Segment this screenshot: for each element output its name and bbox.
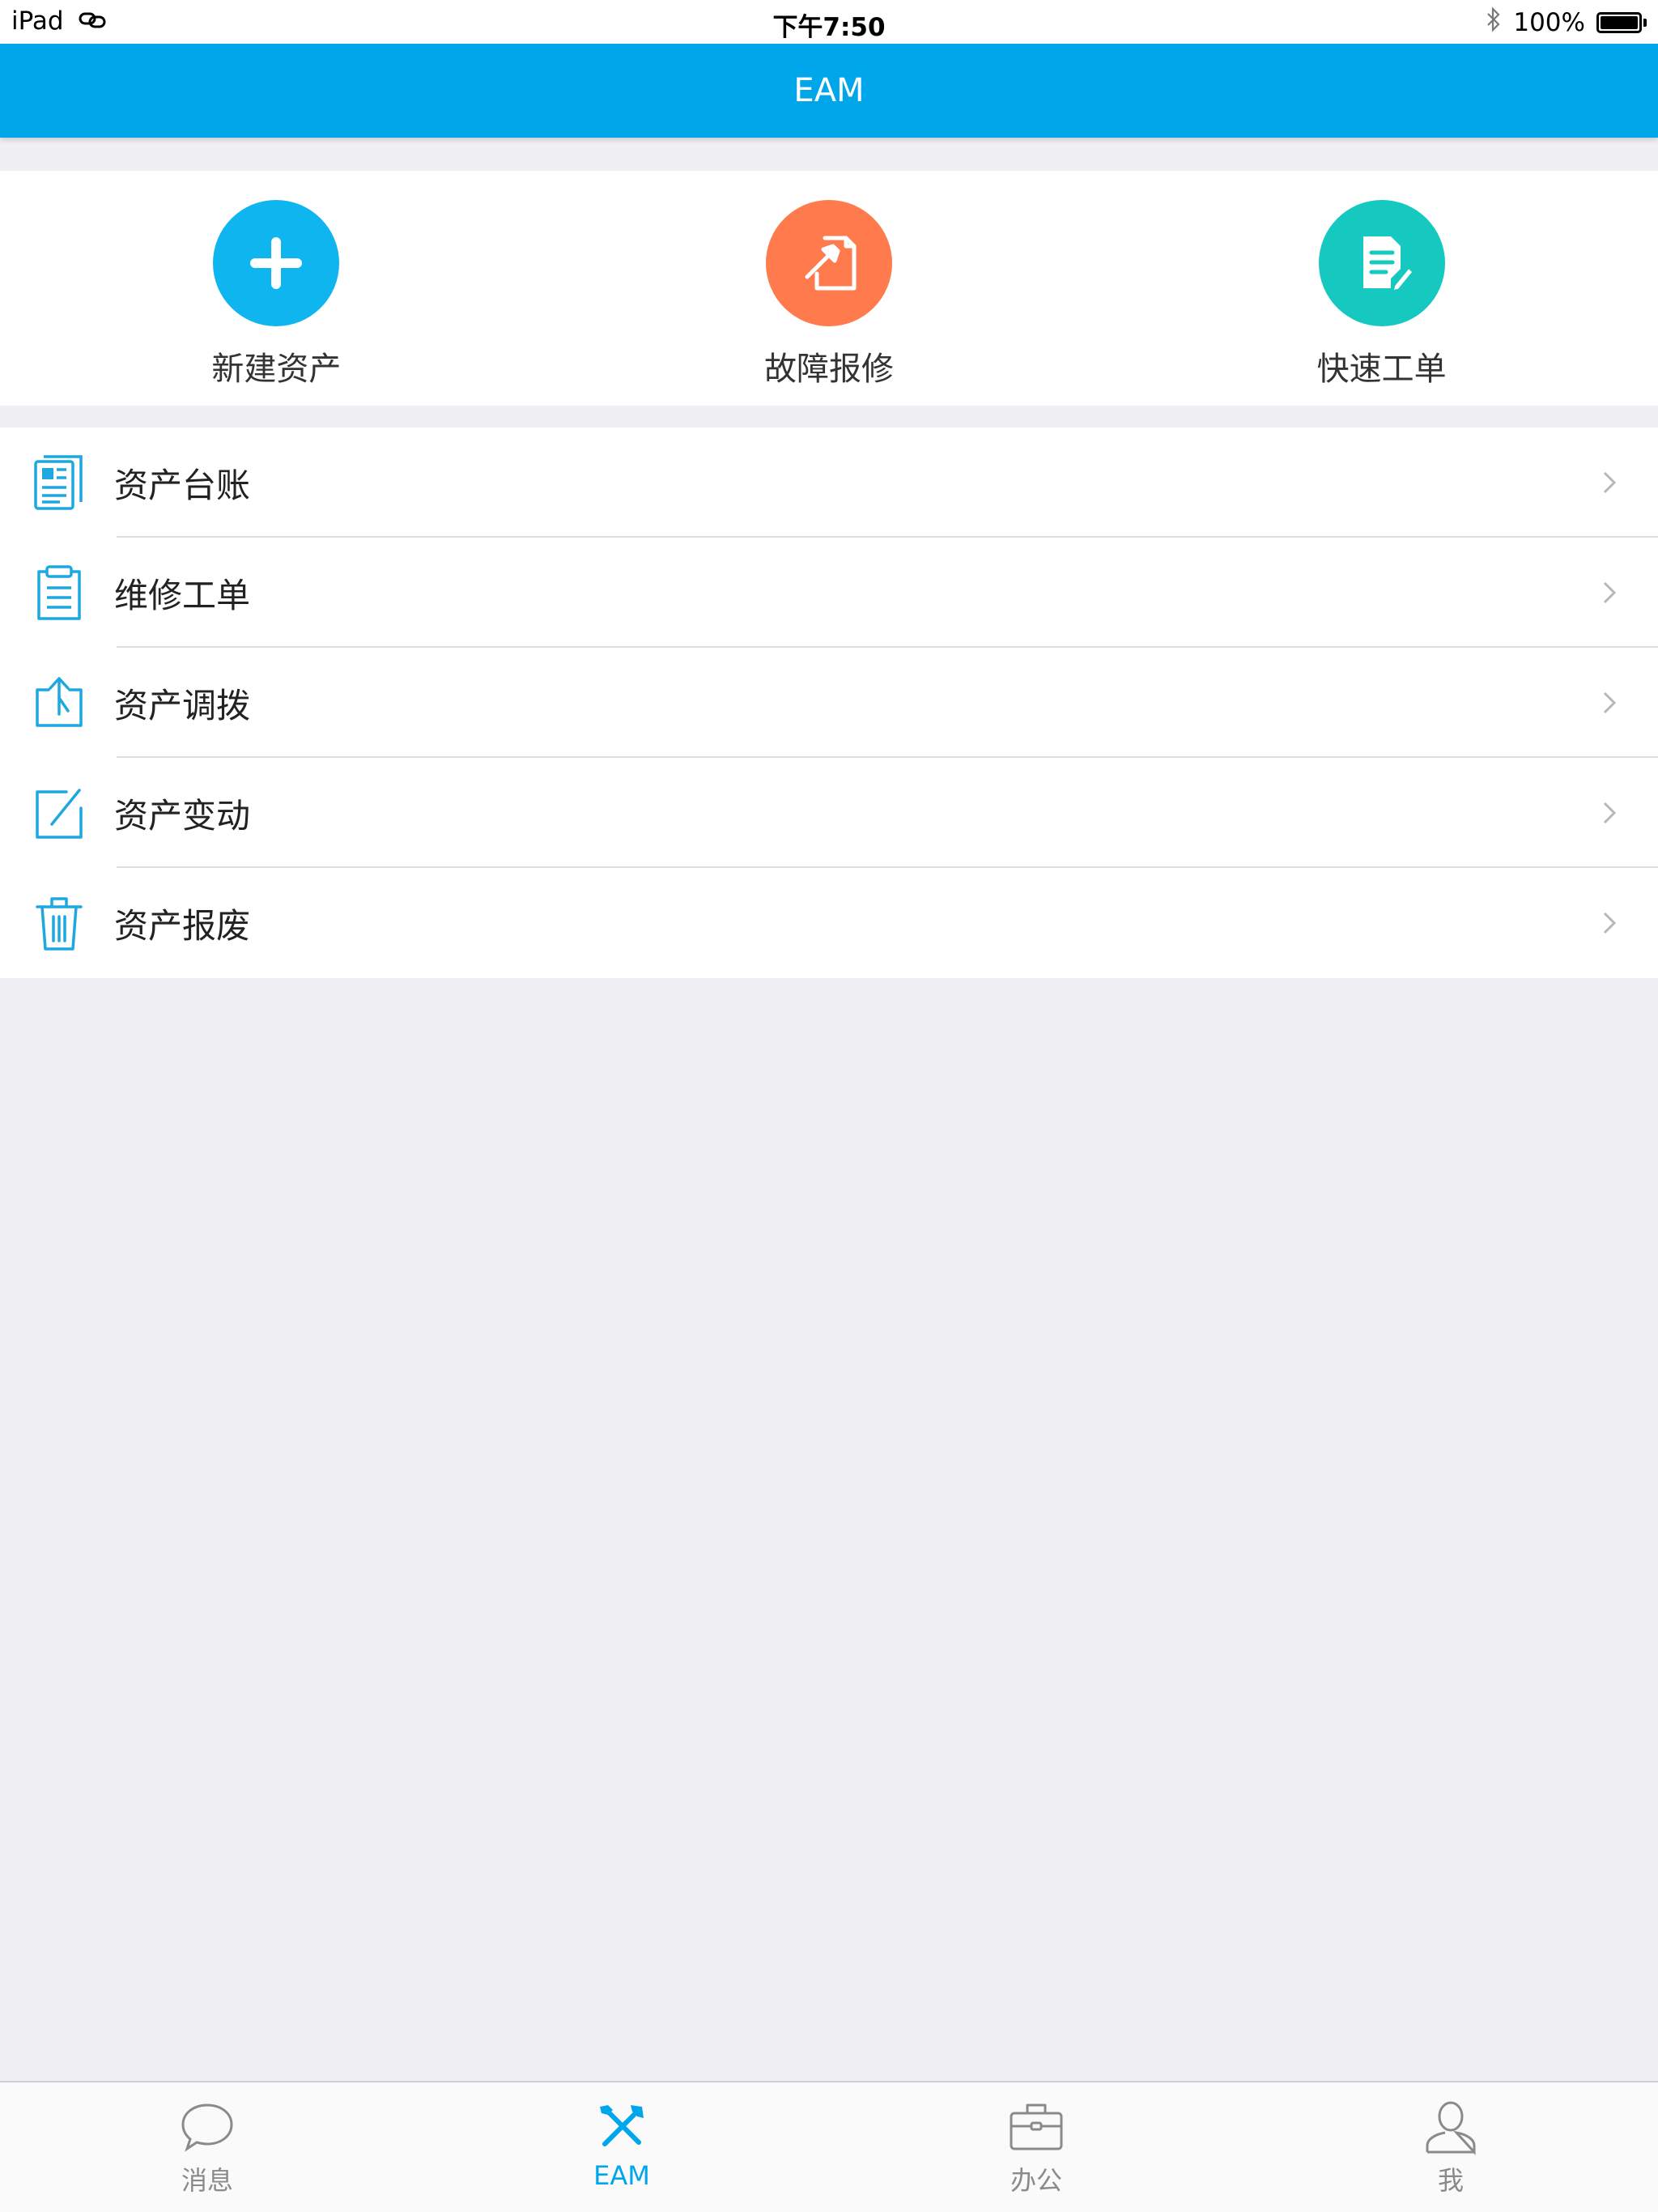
chevron-right-icon [1603, 471, 1617, 494]
quick-action-label: 快速工单 [1316, 351, 1447, 388]
tab-label: 办公 [1010, 2165, 1062, 2196]
user-icon [1426, 2101, 1476, 2155]
quick-action-label: 新建资产 [211, 351, 342, 388]
tab-eam[interactable]: EAM [414, 2082, 829, 2212]
battery-percent: 100% [1513, 8, 1585, 37]
menu-item-label: 资产报废 [114, 905, 251, 946]
hammer-icon [766, 200, 892, 326]
briefcase-icon [1010, 2104, 1063, 2150]
trash-icon [36, 897, 83, 951]
nav-bar: EAM [0, 44, 1658, 138]
quick-action-repair[interactable]: 故障报修 [553, 171, 1106, 406]
tab-label: 消息 [181, 2165, 233, 2196]
tab-me[interactable]: 我 [1244, 2082, 1658, 2212]
menu-item-label: 资产变动 [114, 795, 251, 836]
menu-item-label: 资产台账 [114, 465, 251, 505]
tab-bar: 消息 EAM 办公 我 [0, 2081, 1658, 2212]
quick-action-new-asset[interactable]: 新建资产 [0, 171, 553, 406]
ledger-icon [34, 455, 83, 510]
tab-messages[interactable]: 消息 [0, 2082, 414, 2212]
status-bar: iPad 下午7:50 100% [0, 0, 1658, 44]
battery-icon [1596, 12, 1647, 33]
tab-label: 我 [1437, 2165, 1464, 2196]
plus-icon [213, 200, 340, 326]
bluetooth-icon [1486, 6, 1502, 39]
chevron-right-icon [1603, 912, 1617, 934]
chevron-right-icon [1603, 581, 1617, 604]
chevron-right-icon [1603, 691, 1617, 714]
menu-item-asset-transfer[interactable]: 资产调拨 [0, 648, 1658, 758]
menu-item-asset-ledger[interactable]: 资产台账 [0, 428, 1658, 538]
status-right: 100% [1486, 6, 1647, 39]
menu-item-asset-disposal[interactable]: 资产报废 [0, 868, 1658, 978]
menu-item-asset-change[interactable]: 资产变动 [0, 758, 1658, 868]
quick-actions: 新建资产 故障报修 快速工单 [0, 171, 1658, 406]
menu-item-work-order[interactable]: 维修工单 [0, 538, 1658, 648]
page-title: EAM [793, 72, 865, 109]
document-edit-icon [1318, 200, 1445, 326]
chevron-right-icon [1603, 802, 1617, 824]
clipboard-icon [37, 565, 81, 620]
menu-item-label: 资产调拨 [114, 685, 251, 725]
quick-action-quick-work-order[interactable]: 快速工单 [1105, 171, 1658, 406]
edit-square-icon [36, 789, 83, 839]
menu-list: 资产台账 维修工单 资产调拨 资产变动 资产报废 [0, 428, 1658, 978]
tools-icon [600, 2105, 644, 2146]
quick-action-label: 故障报修 [764, 351, 894, 388]
tab-label: EAM [593, 2160, 650, 2191]
menu-item-label: 维修工单 [114, 575, 251, 615]
status-time: 下午7:50 [772, 13, 886, 42]
chat-bubble-icon [181, 2104, 233, 2152]
transfer-icon [36, 677, 83, 727]
tab-office[interactable]: 办公 [829, 2082, 1244, 2212]
